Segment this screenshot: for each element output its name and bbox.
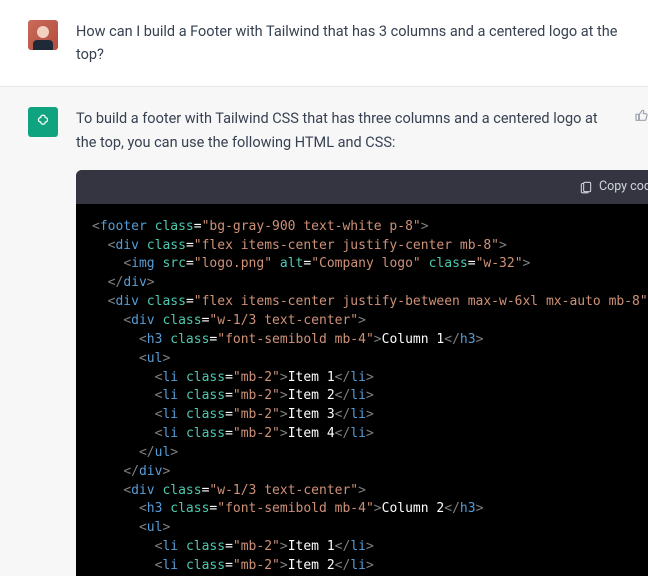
assistant-content: To build a footer with Tailwind CSS that… <box>76 107 648 576</box>
thumbs-up-icon[interactable] <box>634 107 648 123</box>
code-content[interactable]: <footer class="bg-gray-900 text-white p-… <box>76 204 648 576</box>
assistant-avatar <box>28 107 58 137</box>
user-message-text: How can I build a Footer with Tailwind t… <box>76 20 620 66</box>
feedback-controls <box>634 107 648 123</box>
copy-code-label: Copy code <box>599 177 648 197</box>
user-message: How can I build a Footer with Tailwind t… <box>0 0 648 87</box>
user-avatar <box>28 20 58 50</box>
clipboard-icon[interactable]: Copy code <box>579 177 648 197</box>
assistant-intro-text: To build a footer with Tailwind CSS that… <box>76 107 648 153</box>
assistant-message: To build a footer with Tailwind CSS that… <box>0 87 648 576</box>
code-block-header: Copy code <box>76 170 648 204</box>
code-block: Copy code <footer class="bg-gray-900 tex… <box>76 170 648 576</box>
